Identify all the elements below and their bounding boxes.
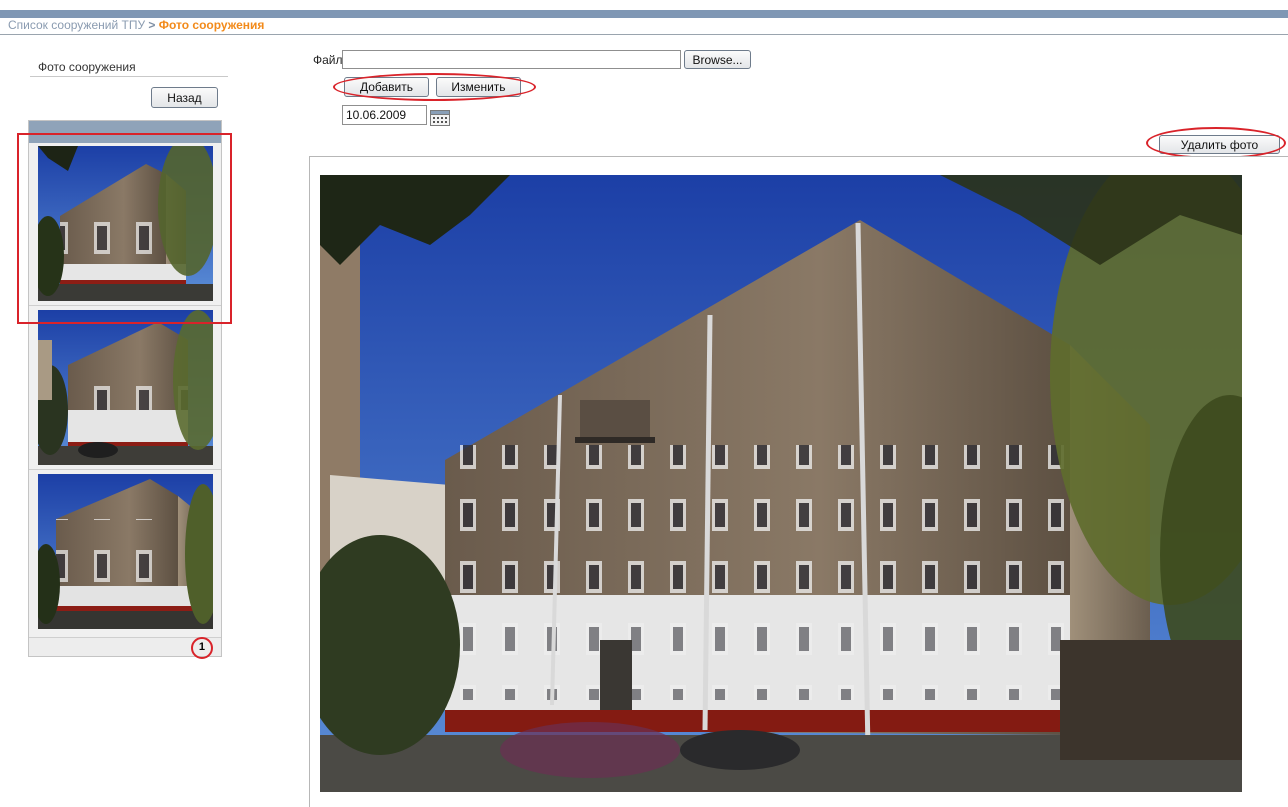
- breadcrumb-current: Фото сооружения: [158, 18, 265, 32]
- gallery-pager: 1: [29, 637, 221, 656]
- gallery-header: [29, 121, 221, 143]
- pager-page-link[interactable]: 1: [199, 640, 205, 654]
- change-button[interactable]: Изменить: [436, 77, 521, 97]
- sidebar-title: Фото сооружения: [38, 60, 136, 74]
- delete-photo-button[interactable]: Удалить фото: [1159, 135, 1280, 154]
- browse-button[interactable]: Browse...: [684, 50, 751, 69]
- breadcrumb-separator: >: [145, 18, 159, 32]
- breadcrumb-link-structures[interactable]: Список сооружений ТПУ: [8, 18, 145, 32]
- thumbnail-divider: [29, 469, 221, 470]
- gallery-thumbnail-3[interactable]: [38, 474, 213, 629]
- gallery-thumbnail-1[interactable]: [38, 146, 213, 301]
- date-input[interactable]: [342, 105, 427, 125]
- main-photo: [320, 175, 1242, 792]
- back-button[interactable]: Назад: [151, 87, 218, 108]
- file-label: Файл: [313, 53, 343, 67]
- thumbnail-divider: [29, 305, 221, 306]
- gallery-thumbnail-2[interactable]: [38, 310, 213, 465]
- file-path-input[interactable]: [342, 50, 681, 69]
- header-bar: [0, 10, 1288, 18]
- add-button[interactable]: Добавить: [344, 77, 429, 97]
- sidebar-title-divider: [30, 76, 228, 77]
- calendar-icon[interactable]: [430, 110, 450, 126]
- breadcrumb-divider: [0, 34, 1288, 35]
- breadcrumb: Список сооружений ТПУ > Фото сооружения: [8, 18, 264, 33]
- photo-gallery: 1: [28, 120, 222, 657]
